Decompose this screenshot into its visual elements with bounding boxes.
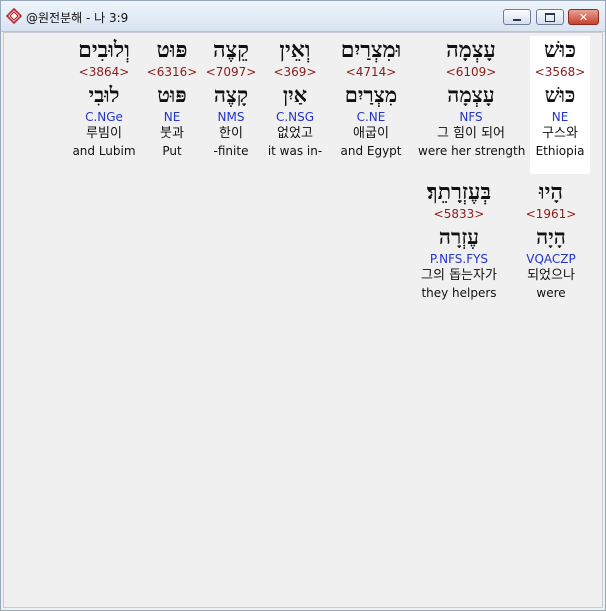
strong-number[interactable]: <1961> <box>516 206 586 222</box>
hebrew-lemma: עָצְמָה <box>447 82 495 107</box>
grammar-code: NE <box>551 110 569 124</box>
strong-number[interactable]: <6316> <box>146 64 198 80</box>
hebrew-lemma: קָצֶה <box>213 82 249 107</box>
english-gloss: -finite <box>213 144 249 158</box>
app-window: @원전분해 - 나 3:9 ✕ כּוּשׁ <3568> כּוּשׁ NE … <box>0 0 606 611</box>
word-cell[interactable]: בְּעֶזְרָתֵךְ׃ <5833> עֶזְרָה P.NFS.FYS … <box>410 178 508 316</box>
grammar-code: NE <box>163 110 181 124</box>
title-bar[interactable]: @원전분해 - 나 3:9 ✕ <box>1 1 605 32</box>
hebrew-word: פּוּט <box>156 37 188 63</box>
english-gloss: they helpers <box>421 286 497 300</box>
korean-gloss: 붓과 <box>160 126 184 141</box>
hebrew-word: וְאֵין <box>279 37 311 63</box>
strong-number[interactable]: <3568> <box>530 64 590 80</box>
hebrew-lemma: פּוּט <box>157 82 187 107</box>
korean-gloss: 루빔이 <box>86 126 122 141</box>
korean-gloss: 되었으나 <box>527 268 575 283</box>
hebrew-lemma: מִצְרַיִם <box>344 82 398 107</box>
english-gloss: Put <box>162 144 182 158</box>
close-button[interactable]: ✕ <box>568 9 599 25</box>
hebrew-word: עָצְמָה <box>446 37 496 63</box>
english-gloss: it was in- <box>267 144 323 158</box>
grammar-code: NFS <box>459 110 483 124</box>
word-cell[interactable]: עָצְמָה <6109> עָצְמָה NFS 그 힘이 되어 were … <box>418 36 526 174</box>
english-gloss: and Egypt <box>340 144 402 158</box>
korean-gloss: 한이 <box>219 126 243 141</box>
hebrew-word: הָיוּ <box>538 179 564 205</box>
strong-number[interactable]: <369> <box>265 64 325 80</box>
word-cell[interactable]: וְלוּבִים <3864> לוּבִי C.NGe 루빔이 and Lu… <box>68 36 140 174</box>
hebrew-word: בְּעֶזְרָתֵךְ׃ <box>426 179 492 205</box>
minimize-icon <box>513 18 521 21</box>
hebrew-lemma: אַיִן <box>282 82 308 107</box>
strong-number[interactable]: <5833> <box>410 206 508 222</box>
grammar-code: C.NGe <box>85 110 123 124</box>
interlinear-panel: כּוּשׁ <3568> כּוּשׁ NE 구스와 Ethiopia עָצ… <box>3 32 603 608</box>
korean-gloss: 그의 돕는자가 <box>421 268 497 283</box>
hebrew-word: וְלוּבִים <box>78 37 130 63</box>
grammar-code: C.NSG <box>275 110 315 124</box>
word-cell[interactable]: הָיוּ <1961> הָיָה VQACZP 되었으나 were <box>516 178 586 316</box>
window-title: @원전분해 - 나 3:9 <box>26 11 129 25</box>
english-gloss: Ethiopia <box>535 144 585 158</box>
grammar-code: C.NE <box>356 110 386 124</box>
word-cell[interactable]: וּמִצְרַיִם <4714> מִצְרַיִם C.NE 애굽이 an… <box>333 36 409 174</box>
grammar-code: VQACZP <box>526 252 576 266</box>
grammar-code: NMS <box>217 110 245 124</box>
maximize-icon <box>545 12 555 22</box>
english-gloss: and Lubim <box>72 144 136 158</box>
korean-gloss: 구스와 <box>542 126 578 141</box>
english-gloss: were her strength <box>418 144 526 158</box>
english-gloss: were <box>536 286 566 300</box>
korean-gloss: 애굽이 <box>353 126 389 141</box>
word-cell[interactable]: וְאֵין <369> אַיִן C.NSG 없었고 it was in- <box>265 36 325 174</box>
strong-number[interactable]: <4714> <box>333 64 409 80</box>
hebrew-word: קֵצֶה <box>213 37 249 63</box>
hebrew-lemma: עֶזְרָה <box>438 224 480 249</box>
word-cell[interactable]: כּוּשׁ <3568> כּוּשׁ NE 구스와 Ethiopia <box>530 36 590 174</box>
hebrew-word: כּוּשׁ <box>544 37 576 63</box>
app-icon <box>6 8 22 24</box>
word-cell[interactable]: קֵצֶה <7097> קָצֶה NMS 한이 -finite <box>204 36 258 174</box>
korean-gloss: 그 힘이 되어 <box>436 126 506 141</box>
strong-number[interactable]: <6109> <box>418 64 524 80</box>
maximize-button[interactable] <box>536 9 564 25</box>
strong-number[interactable]: <3864> <box>68 64 140 80</box>
korean-gloss: 없었고 <box>277 126 313 141</box>
minimize-button[interactable] <box>503 9 531 25</box>
hebrew-lemma: כּוּשׁ <box>544 82 576 107</box>
strong-number[interactable]: <7097> <box>204 64 258 80</box>
hebrew-word: וּמִצְרַיִם <box>340 37 402 63</box>
word-cell[interactable]: פּוּט <6316> פּוּט NE 붓과 Put <box>146 36 198 174</box>
grammar-code: P.NFS.FYS <box>429 252 489 266</box>
close-icon: ✕ <box>578 10 589 24</box>
hebrew-lemma: הָיָה <box>536 224 566 249</box>
hebrew-lemma: לוּבִי <box>88 82 120 107</box>
